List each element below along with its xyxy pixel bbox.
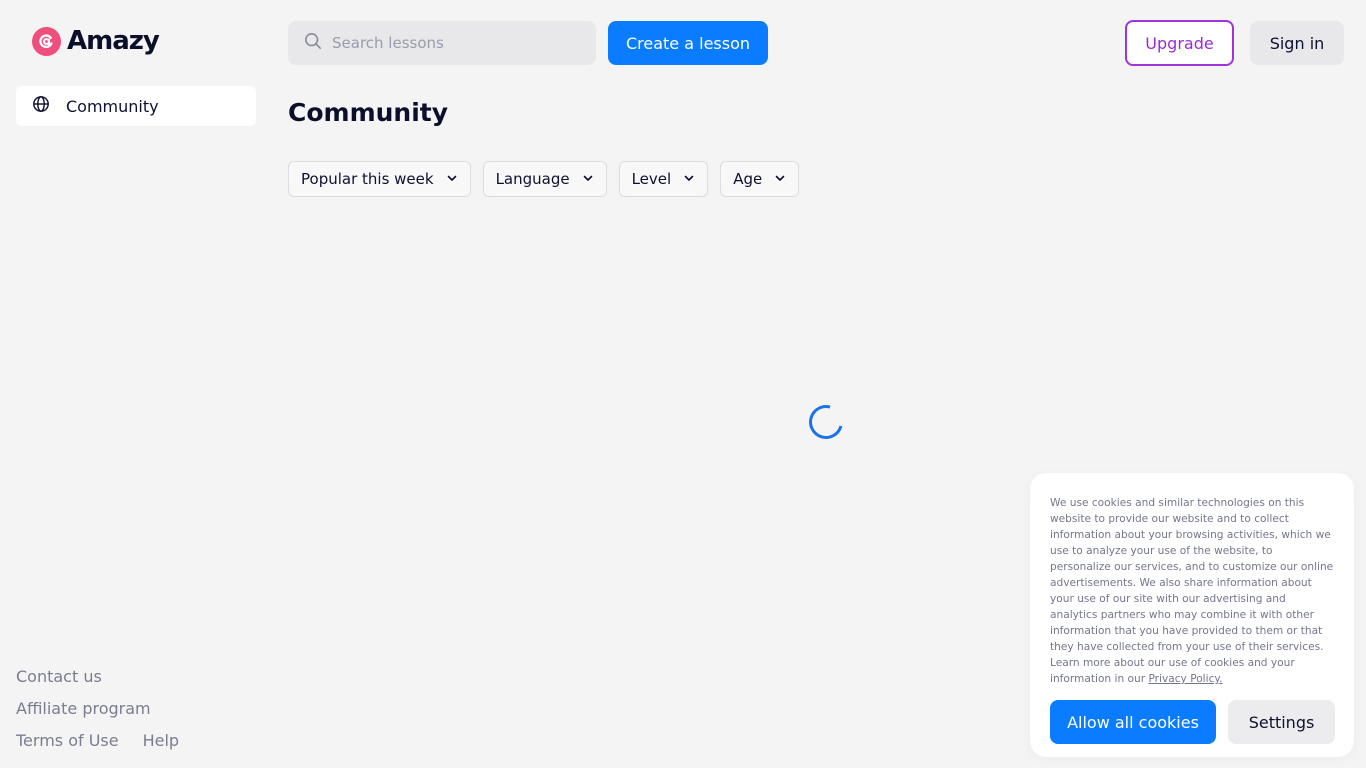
chevron-down-icon [774, 170, 786, 188]
filter-language-dropdown[interactable]: Language [482, 161, 607, 197]
affiliate-program-link[interactable]: Affiliate program [16, 699, 151, 718]
loading-spinner-icon [802, 398, 850, 446]
search-icon [304, 32, 322, 54]
filter-bar: Popular this week Language Level Age [288, 161, 800, 197]
help-link[interactable]: Help [143, 731, 179, 750]
allow-all-cookies-button[interactable]: Allow all cookies [1050, 700, 1216, 744]
filter-age-dropdown[interactable]: Age [720, 161, 800, 197]
filter-label: Level [631, 170, 672, 188]
sign-in-button[interactable]: Sign in [1250, 21, 1344, 65]
chevron-down-icon [582, 170, 594, 188]
cookie-settings-button[interactable]: Settings [1228, 700, 1335, 744]
chevron-down-icon [446, 170, 458, 188]
brand-logo[interactable]: Amazy [32, 26, 160, 56]
privacy-policy-link[interactable]: Privacy Policy. [1148, 673, 1222, 685]
sidebar-footer: Contact us Affiliate program Terms of Us… [16, 660, 179, 756]
filter-label: Popular this week [301, 170, 434, 188]
terms-of-use-link[interactable]: Terms of Use [16, 731, 119, 750]
create-lesson-button[interactable]: Create a lesson [608, 21, 768, 65]
cookie-actions: Allow all cookies Settings [1050, 700, 1335, 744]
page-title: Community [288, 98, 449, 127]
cookie-banner: We use cookies and similar technologies … [1030, 473, 1354, 757]
cookie-description: We use cookies and similar technologies … [1050, 497, 1334, 685]
cookie-text: We use cookies and similar technologies … [1050, 495, 1334, 687]
amazy-logo-icon [32, 26, 61, 56]
chevron-down-icon [683, 170, 695, 188]
filter-popular-dropdown[interactable]: Popular this week [288, 161, 471, 197]
search-box[interactable] [288, 21, 596, 65]
filter-label: Language [495, 170, 570, 188]
search-input[interactable] [332, 34, 572, 52]
filter-label: Age [733, 170, 763, 188]
contact-us-link[interactable]: Contact us [16, 667, 102, 686]
sidebar-item-label: Community [66, 96, 159, 116]
sidebar-item-community[interactable]: Community [16, 86, 256, 126]
globe-icon [32, 95, 50, 117]
filter-level-dropdown[interactable]: Level [618, 161, 709, 197]
page: Amazy Community Contact us Affiliate pro… [0, 0, 1366, 768]
brand-name: Amazy [67, 26, 160, 56]
upgrade-button[interactable]: Upgrade [1125, 20, 1234, 66]
